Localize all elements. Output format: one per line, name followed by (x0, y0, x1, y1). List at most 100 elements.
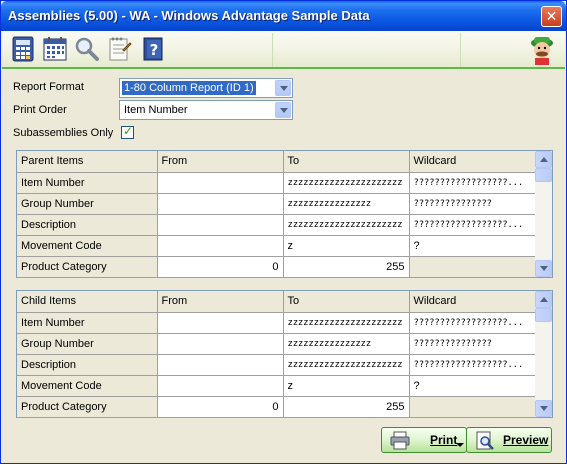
wildcard-cell[interactable]: ??????????????? (409, 333, 538, 355)
help-icon[interactable]: ? (140, 36, 166, 62)
chevron-down-icon[interactable] (275, 102, 291, 118)
assemblies-window: Assemblies (5.00) - WA - Windows Advanta… (0, 0, 567, 464)
advantage-mascot-logo (531, 37, 553, 65)
table-row: Movement Code z ? (17, 235, 538, 257)
from-cell[interactable] (157, 193, 284, 215)
to-cell[interactable]: zzzzzzzzzzzzzzzz (283, 333, 410, 355)
row-label: Group Number (17, 193, 158, 215)
wildcard-cell[interactable]: ??????????????? (409, 193, 538, 215)
chevron-down-icon[interactable] (275, 80, 291, 96)
to-cell[interactable]: z (283, 375, 410, 397)
report-format-label: Report Format (13, 81, 84, 93)
close-button[interactable]: ✕ (541, 6, 562, 27)
search-icon[interactable] (74, 36, 100, 62)
table-row: Movement Code z ? (17, 375, 538, 397)
wildcard-cell (409, 256, 538, 278)
row-label: Movement Code (17, 375, 158, 397)
scroll-up-icon[interactable] (535, 291, 552, 308)
wildcard-cell[interactable]: ? (409, 235, 538, 257)
to-cell[interactable]: zzzzzzzzzzzzzzzzzzzzzz (283, 312, 410, 334)
column-header[interactable]: To (283, 151, 410, 173)
calendar-icon[interactable] (42, 36, 68, 62)
printer-icon (390, 431, 410, 450)
scroll-down-icon[interactable] (535, 400, 552, 417)
row-label: Product Category (17, 256, 158, 278)
preview-icon (476, 431, 494, 450)
subassemblies-only-label: Subassemblies Only (13, 127, 114, 139)
vertical-scrollbar[interactable] (535, 291, 552, 417)
table-row: Item Number zzzzzzzzzzzzzzzzzzzzzz ?????… (17, 172, 538, 194)
table-row: Product Category 0 255 (17, 396, 538, 418)
preview-button[interactable]: Preview (466, 427, 552, 453)
to-cell[interactable]: 255 (283, 396, 410, 418)
to-cell[interactable]: zzzzzzzzzzzzzzzz (283, 193, 410, 215)
print-order-select[interactable]: Item Number (119, 100, 293, 120)
report-format-value: 1-80 Column Report (ID 1) (122, 81, 256, 95)
from-cell[interactable]: 0 (157, 256, 284, 278)
from-cell[interactable] (157, 333, 284, 355)
scroll-up-icon[interactable] (535, 151, 552, 168)
scroll-thumb[interactable] (535, 308, 552, 322)
title-bar[interactable]: Assemblies (5.00) - WA - Windows Advanta… (1, 1, 566, 31)
parent-items-table: Parent Items From To Wildcard Item Numbe… (17, 151, 538, 278)
report-format-select[interactable]: 1-80 Column Report (ID 1) (119, 78, 293, 98)
wildcard-cell[interactable]: ? (409, 375, 538, 397)
checkmark-icon: ✓ (123, 124, 134, 138)
row-label: Group Number (17, 333, 158, 355)
wildcard-cell[interactable]: ??????????????????... (409, 214, 538, 236)
table-row: Group Number zzzzzzzzzzzzzzzz ??????????… (17, 193, 538, 215)
wildcard-cell[interactable]: ??????????????????... (409, 312, 538, 334)
calculator-icon[interactable] (10, 36, 36, 62)
print-order-label: Print Order (13, 104, 67, 116)
child-items-table: Child Items From To Wildcard Item Number… (17, 291, 538, 418)
chevron-down-icon[interactable] (456, 443, 464, 447)
toolbar-divider (460, 33, 461, 67)
to-cell[interactable]: 255 (283, 256, 410, 278)
to-cell[interactable]: zzzzzzzzzzzzzzzzzzzzzz (283, 214, 410, 236)
wildcard-cell[interactable]: ??????????????????... (409, 354, 538, 376)
to-cell[interactable]: z (283, 235, 410, 257)
column-header[interactable]: Child Items (17, 291, 158, 313)
table-row: Description zzzzzzzzzzzzzzzzzzzzzz ?????… (17, 354, 538, 376)
row-label: Product Category (17, 396, 158, 418)
table-row: Product Category 0 255 (17, 256, 538, 278)
from-cell[interactable] (157, 354, 284, 376)
column-header[interactable]: From (157, 291, 284, 313)
row-label: Item Number (17, 172, 158, 194)
preview-button-label: Preview (503, 433, 549, 447)
wildcard-cell (409, 396, 538, 418)
to-cell[interactable]: zzzzzzzzzzzzzzzzzzzzzz (283, 172, 410, 194)
subassemblies-only-checkbox[interactable]: ✓ (121, 124, 134, 139)
scroll-down-icon[interactable] (535, 260, 552, 277)
child-items-grid: Child Items From To Wildcard Item Number… (16, 290, 553, 418)
row-label: Description (17, 214, 158, 236)
row-label: Movement Code (17, 235, 158, 257)
from-cell[interactable] (157, 312, 284, 334)
print-order-value: Item Number (124, 104, 188, 116)
from-cell[interactable] (157, 235, 284, 257)
table-header-row: Child Items From To Wildcard (17, 291, 538, 313)
row-label: Item Number (17, 312, 158, 334)
toolbar-divider (272, 33, 273, 67)
column-header[interactable]: Wildcard (409, 151, 538, 173)
from-cell[interactable]: 0 (157, 396, 284, 418)
table-row: Group Number zzzzzzzzzzzzzzzz ??????????… (17, 333, 538, 355)
wildcard-cell[interactable]: ??????????????????... (409, 172, 538, 194)
from-cell[interactable] (157, 375, 284, 397)
notepad-icon[interactable] (106, 36, 132, 62)
column-header[interactable]: Parent Items (17, 151, 158, 173)
row-label: Description (17, 354, 158, 376)
vertical-scrollbar[interactable] (535, 151, 552, 277)
column-header[interactable]: From (157, 151, 284, 173)
from-cell[interactable] (157, 214, 284, 236)
print-button-label: Print (430, 433, 458, 447)
from-cell[interactable] (157, 172, 284, 194)
table-header-row: Parent Items From To Wildcard (17, 151, 538, 173)
scroll-thumb[interactable] (535, 168, 552, 182)
column-header[interactable]: To (283, 291, 410, 313)
parent-items-grid: Parent Items From To Wildcard Item Numbe… (16, 150, 553, 278)
table-row: Description zzzzzzzzzzzzzzzzzzzzzz ?????… (17, 214, 538, 236)
print-button[interactable]: Print (381, 427, 467, 453)
column-header[interactable]: Wildcard (409, 291, 538, 313)
to-cell[interactable]: zzzzzzzzzzzzzzzzzzzzzz (283, 354, 410, 376)
